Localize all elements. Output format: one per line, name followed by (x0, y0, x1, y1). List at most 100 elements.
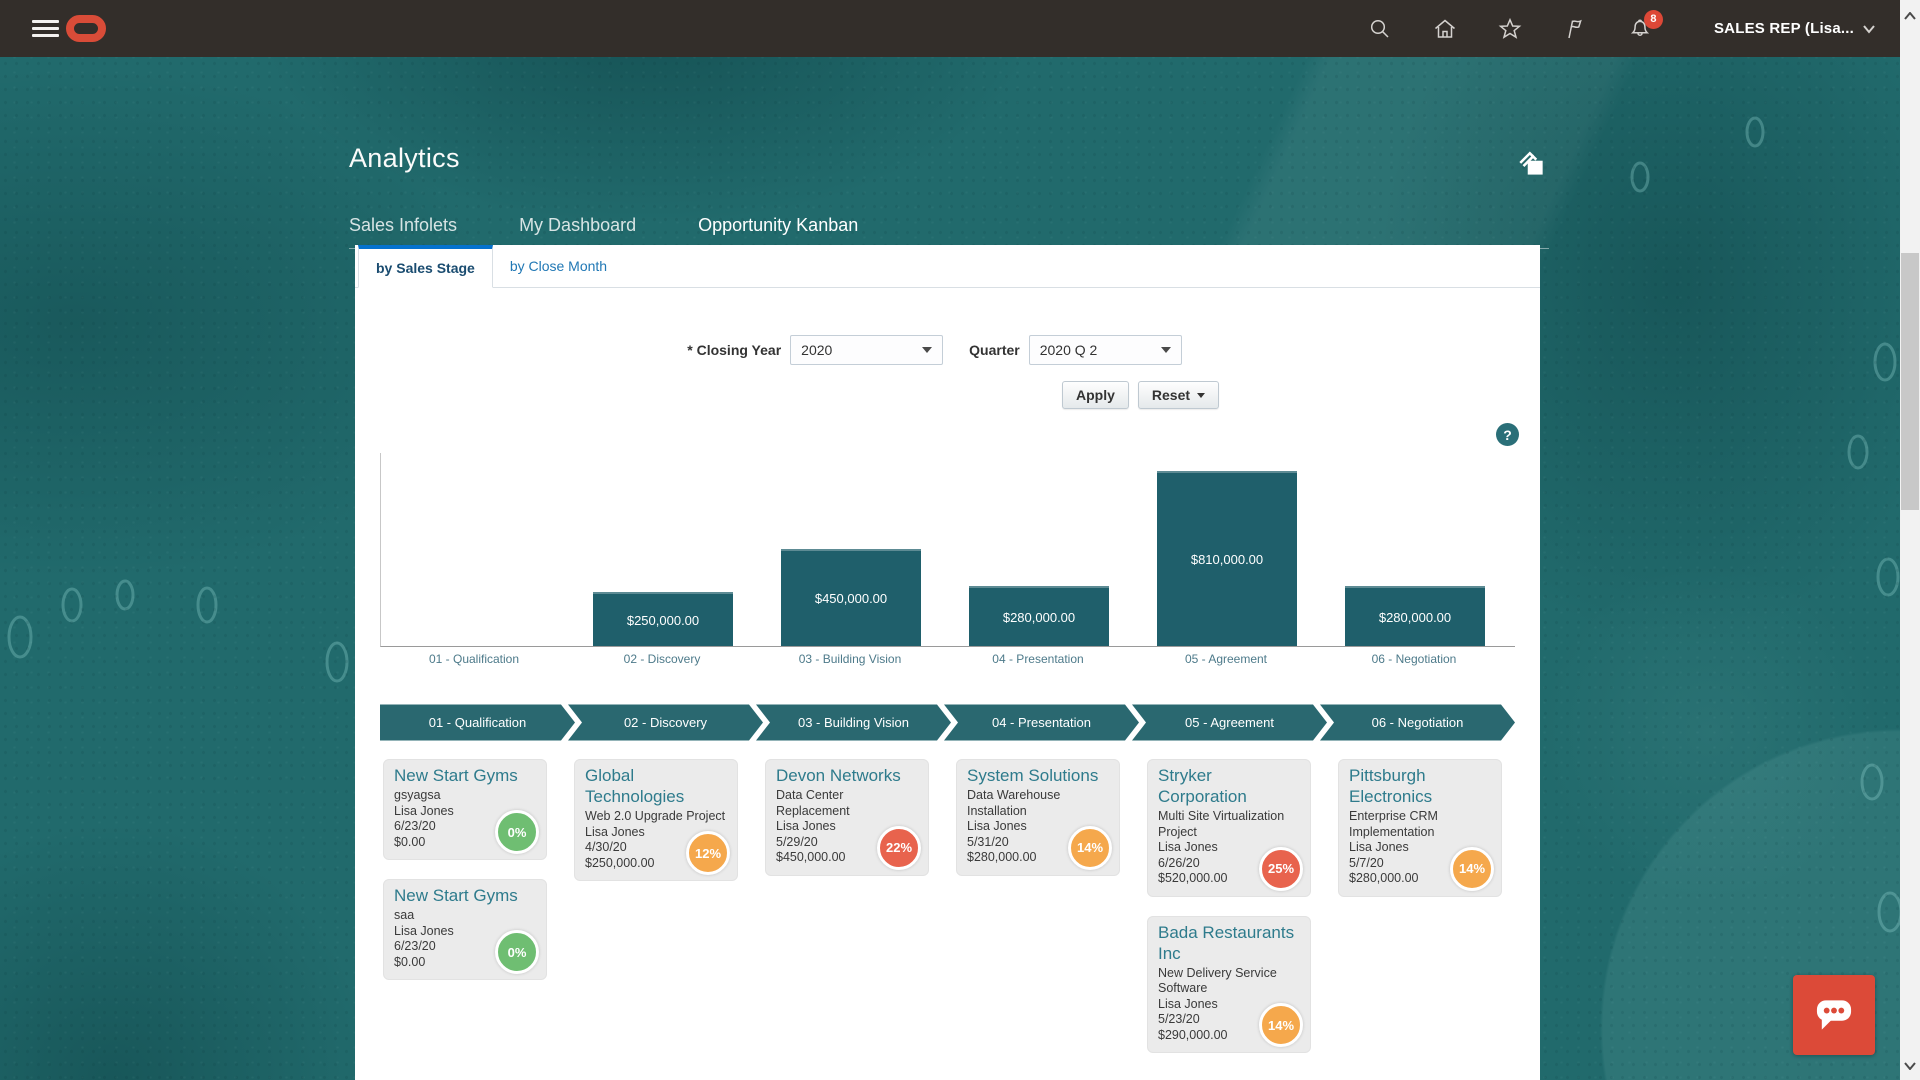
scroll-down-arrow[interactable] (1900, 1056, 1920, 1076)
opportunity-card-stryker-corporation[interactable]: Stryker CorporationMulti Site Virtualiza… (1147, 759, 1311, 897)
banner-tab-my-dashboard[interactable]: My Dashboard (519, 207, 636, 249)
opportunity-name: Web 2.0 Upgrade Project (585, 809, 727, 825)
win-probability-badge: 14% (1068, 826, 1112, 870)
user-menu[interactable]: SALES REP (Lisa... (1714, 20, 1876, 37)
chart-bar-04-presentation[interactable]: $280,000.00 (969, 586, 1109, 646)
kanban-column-03-building-vision: Devon NetworksData Center ReplacementLis… (765, 759, 929, 876)
app-screen: 8 SALES REP (Lisa... Analytics (0, 0, 1920, 1080)
stage-header-04-presentation[interactable]: 04 - Presentation (944, 705, 1139, 741)
svg-text:01 - Qualification: 01 - Qualification (429, 715, 527, 730)
account-name[interactable]: Global Technologies (585, 765, 727, 807)
oracle-logo[interactable] (66, 15, 106, 42)
win-probability-badge: 14% (1450, 847, 1494, 891)
dropdown-caret-icon (1161, 347, 1171, 353)
chart-bar-03-building-vision[interactable]: $450,000.00 (781, 549, 921, 646)
x-axis-label: 05 - Agreement (1132, 652, 1320, 666)
help-icon[interactable]: ? (1496, 423, 1519, 446)
chart-bar-05-agreement[interactable]: $810,000.00 (1157, 471, 1297, 646)
navigation-menu-icon[interactable] (32, 20, 59, 38)
opportunity-card-pittsburgh-electronics[interactable]: Pittsburgh ElectronicsEnterprise CRM Imp… (1338, 759, 1502, 897)
vertical-scrollbar[interactable] (1900, 0, 1920, 1080)
quarter-select[interactable]: 2020 Q 2 (1029, 335, 1182, 365)
scrollbar-thumb[interactable] (1901, 253, 1919, 510)
opportunity-name: New Delivery Service Software (1158, 966, 1300, 997)
stage-header-01-qualification[interactable]: 01 - Qualification (380, 705, 575, 741)
opportunity-name: Data Warehouse Installation (967, 788, 1109, 819)
notifications-bell-icon[interactable]: 8 (1628, 17, 1652, 41)
x-axis-label: 04 - Presentation (944, 652, 1132, 666)
kanban-column-06-negotiation: Pittsburgh ElectronicsEnterprise CRM Imp… (1338, 759, 1502, 897)
opportunity-name: Multi Site Virtualization Project (1158, 809, 1300, 840)
closing-year-select[interactable]: 2020 (790, 335, 943, 365)
closing-year-label: * Closing Year (687, 342, 781, 358)
open-panels-icon[interactable] (1516, 149, 1548, 179)
account-name[interactable]: Bada Restaurants Inc (1158, 922, 1300, 964)
account-name[interactable]: System Solutions (967, 765, 1109, 786)
chart-bar-06-negotiation[interactable]: $280,000.00 (1345, 586, 1485, 646)
svg-text:03 - Building Vision: 03 - Building Vision (798, 715, 909, 730)
win-probability-badge: 22% (877, 826, 921, 870)
pipeline-bar-chart: $250,000.00 $450,000.00 $280,000.00 $810,00… (380, 453, 1515, 647)
subtab-by-close-month[interactable]: by Close Month (493, 245, 624, 287)
opportunity-card-system-solutions[interactable]: System SolutionsData Warehouse Installat… (956, 759, 1120, 876)
page-title: Analytics (349, 143, 460, 174)
banner-tab-opportunity-kanban[interactable]: Opportunity Kanban (698, 207, 914, 249)
account-name[interactable]: New Start Gyms (394, 765, 536, 786)
opportunity-card-new-start-gyms[interactable]: New Start GymssaaLisa Jones6/23/20$0.000… (383, 879, 547, 980)
opportunity-name: saa (394, 908, 536, 924)
account-name[interactable]: Pittsburgh Electronics (1349, 765, 1491, 807)
svg-text:06 - Negotiation: 06 - Negotiation (1372, 715, 1464, 730)
opportunity-card-devon-networks[interactable]: Devon NetworksData Center ReplacementLis… (765, 759, 929, 876)
opportunity-name: Data Center Replacement (776, 788, 918, 819)
opportunity-name: gsyagsa (394, 788, 536, 804)
opportunity-card-global-technologies[interactable]: Global Technologies Web 2.0 Upgrade Proje… (574, 759, 738, 881)
flag-icon[interactable] (1563, 17, 1587, 41)
kanban-stage-strip: 01 - Qualification 02 - Discovery 03 - Bui… (380, 704, 1520, 741)
filter-actions: Apply Reset (1062, 381, 1219, 409)
x-axis-label: 02 - Discovery (568, 652, 756, 666)
notification-count-badge: 8 (1644, 10, 1663, 29)
dropdown-caret-icon (922, 347, 932, 353)
reset-button[interactable]: Reset (1138, 381, 1219, 409)
bar-value-label: $810,000.00 (1191, 552, 1263, 567)
stage-header-02-discovery[interactable]: 02 - Discovery (568, 705, 763, 741)
stage-header-03-building-vision[interactable]: 03 - Building Vision (756, 705, 951, 741)
filter-row: * Closing Year 2020 Quarter 2020 Q 2 (355, 335, 1540, 365)
x-axis-label: 03 - Building Vision (756, 652, 944, 666)
opportunity-card-new-start-gyms[interactable]: New Start GymsgsyagsaLisa Jones6/23/20$0… (383, 759, 547, 860)
favorites-star-icon[interactable] (1498, 17, 1522, 41)
banner-tab-sales-infolets[interactable]: Sales Infolets (349, 207, 457, 249)
svg-text:05 - Agreement: 05 - Agreement (1185, 715, 1274, 730)
stage-header-05-agreement[interactable]: 05 - Agreement (1132, 705, 1327, 741)
win-probability-badge: 12% (686, 831, 730, 875)
quarter-value: 2020 Q 2 (1040, 342, 1098, 358)
kanban-column-04-presentation: System SolutionsData Warehouse Installat… (956, 759, 1120, 876)
chart-bar-02-discovery[interactable]: $250,000.00 (593, 592, 733, 646)
home-icon[interactable] (1433, 17, 1457, 41)
closing-year-value: 2020 (801, 342, 832, 358)
kanban-column-01-qualification: New Start GymsgsyagsaLisa Jones6/23/20$0… (383, 759, 547, 980)
analytics-tab-bar: Sales Infolets My Dashboard Opportunity Ka… (349, 207, 976, 249)
scroll-up-arrow[interactable] (1900, 6, 1920, 26)
chat-button[interactable] (1793, 975, 1875, 1055)
opportunity-card-bada-restaurants-inc[interactable]: Bada Restaurants IncNew Delivery Service… (1147, 916, 1311, 1054)
apply-button[interactable]: Apply (1062, 381, 1129, 409)
x-axis-label: 06 - Negotiation (1320, 652, 1508, 666)
chat-bubble-icon (1808, 990, 1860, 1040)
search-icon[interactable] (1368, 17, 1392, 41)
x-axis-label: 01 - Qualification (380, 652, 568, 666)
chart-x-axis-labels: 01 - Qualification02 - Discovery03 - Bui… (380, 652, 1515, 668)
topbar-actions: 8 SALES REP (Lisa... (1327, 0, 1876, 57)
stage-header-06-negotiation[interactable]: 06 - Negotiation (1320, 705, 1515, 741)
account-name[interactable]: Stryker Corporation (1158, 765, 1300, 807)
win-probability-badge: 14% (1259, 1003, 1303, 1047)
win-probability-badge: 0% (495, 810, 539, 854)
account-name[interactable]: New Start Gyms (394, 885, 536, 906)
top-navigation-bar: 8 SALES REP (Lisa... (0, 0, 1900, 57)
win-probability-badge: 25% (1259, 847, 1303, 891)
chevron-down-icon (1862, 24, 1876, 34)
subtab-by-sales-stage[interactable]: by Sales Stage (358, 245, 493, 288)
bar-value-label: $250,000.00 (627, 613, 699, 628)
account-name[interactable]: Devon Networks (776, 765, 918, 786)
kanban-subtab-bar: by Sales Stageby Close Month (355, 245, 1540, 288)
